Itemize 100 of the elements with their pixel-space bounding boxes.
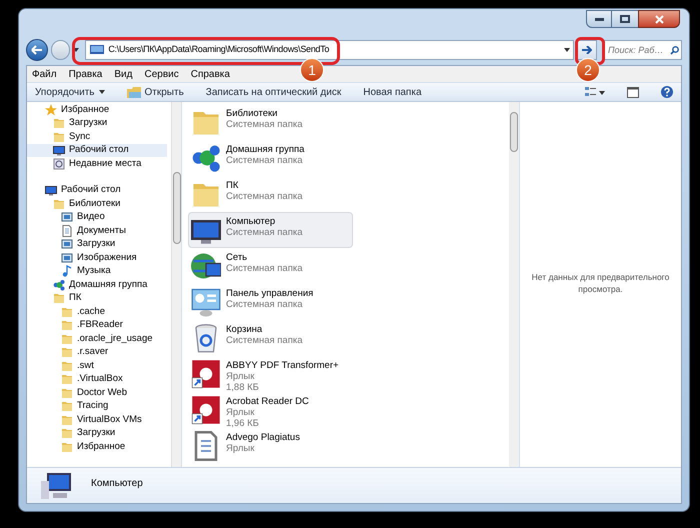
folder-icon	[61, 332, 73, 345]
tree-item[interactable]: Doctor Web	[27, 386, 167, 400]
folder-icon	[61, 373, 73, 386]
tree-item[interactable]: Видео	[27, 210, 167, 224]
tree-item[interactable]: Недавние места	[27, 157, 167, 170]
tree-item[interactable]: Избранное	[27, 440, 167, 454]
preview-message: Нет данных для предварительного просмотра.	[530, 271, 670, 295]
folder-icon	[53, 198, 65, 210]
folder-icon	[126, 86, 141, 98]
tree-item[interactable]: ПК	[27, 292, 167, 305]
item-type: Системная папка	[226, 119, 303, 130]
toolbar-button[interactable]: Записать на оптический диск	[206, 84, 342, 100]
item-type: Ярлык	[226, 407, 256, 418]
folder-icon	[53, 130, 65, 143]
file-item[interactable]: Библиотеки Системная папка	[188, 104, 353, 140]
item-name: Acrobat Reader DC	[226, 396, 309, 407]
item-size: 1,96 КБ	[226, 418, 260, 429]
item-name: Корзина	[226, 324, 264, 335]
folder-icon	[61, 414, 73, 426]
item-name: ABBYY PDF Transformer+	[226, 360, 339, 371]
back-button[interactable]	[26, 39, 48, 61]
close-button[interactable]	[638, 10, 680, 28]
people-spheres-icon	[191, 143, 221, 173]
view-options-icon[interactable]	[585, 86, 605, 98]
caret-icon	[98, 90, 105, 94]
folder-icon	[61, 360, 73, 372]
menu-item[interactable]: Правка	[68, 66, 102, 82]
library-icon	[61, 252, 73, 264]
control-panel-icon	[191, 287, 221, 317]
address-field[interactable]: C:\Users\ПК\AppData\Roaming\Microsoft\Windows\SendTo	[85, 40, 574, 60]
file-item[interactable]: Домашняя группа Системная папка	[188, 140, 353, 176]
document-icon	[61, 224, 73, 237]
folder-icon	[61, 440, 73, 453]
tree-item[interactable]: Загрузки	[27, 238, 167, 251]
music-note-icon	[61, 265, 73, 278]
item-name: Advego Plagiatus	[226, 432, 300, 443]
tree-item[interactable]: Загрузки	[27, 116, 167, 130]
tree-item[interactable]: .FBReader	[27, 318, 167, 332]
item-name: Библиотеки	[226, 108, 278, 119]
tree-item[interactable]: Tracing	[27, 400, 167, 413]
shortcut-icon	[191, 359, 221, 389]
tree-item[interactable]: Домашняя группа	[27, 278, 167, 292]
tree-item[interactable]: Рабочий стол	[27, 144, 167, 157]
folder-icon	[61, 386, 73, 399]
tree-item[interactable]: Изображения	[27, 251, 167, 264]
tree-item[interactable]: Документы	[27, 224, 167, 238]
item-type: Системная папка	[226, 263, 303, 274]
item-type: Ярлык	[226, 443, 256, 454]
file-item[interactable]: ПК Системная папка	[188, 176, 353, 212]
tree-item[interactable]: VirtualBox VMs	[27, 413, 167, 426]
minimize-icon	[594, 18, 604, 20]
folder-icon	[61, 427, 73, 440]
menu-item[interactable]: Сервис	[144, 66, 179, 82]
computer-icon	[41, 473, 71, 499]
menu-item[interactable]: Справка	[190, 66, 230, 82]
toolbar-button[interactable]: Открыть	[126, 84, 184, 100]
item-name: Панель управления	[226, 288, 314, 299]
file-item[interactable]: Acrobat Reader DC Ярлык 1,96 КБ	[188, 392, 353, 428]
file-item[interactable]: Advego Plagiatus Ярлык	[188, 428, 353, 464]
tree-item[interactable]: .swt	[27, 359, 167, 372]
file-item[interactable]: Корзина Системная папка	[188, 320, 353, 356]
tree-item[interactable]: .r.saver	[27, 346, 167, 359]
search-icon	[670, 46, 679, 55]
computer-icon	[90, 45, 104, 55]
item-name: Сеть	[226, 252, 248, 263]
tree-item[interactable]: Библиотеки	[27, 197, 167, 210]
menu-item[interactable]: Файл	[32, 66, 57, 82]
item-type: Системная папка	[226, 335, 303, 346]
toolbar-button[interactable]: Упорядочить	[35, 84, 105, 100]
item-type: Системная папка	[226, 155, 304, 166]
tree-item[interactable]: .cache	[27, 305, 167, 318]
maximize-button[interactable]	[612, 10, 638, 28]
tree-item[interactable]: Музыка	[27, 264, 167, 278]
preview-pane-icon[interactable]	[627, 86, 639, 98]
folder-icon	[53, 292, 65, 304]
monitor-icon	[53, 144, 65, 156]
folder-icon	[61, 306, 73, 318]
tree-item[interactable]: Рабочий стол	[27, 184, 167, 197]
file-item[interactable]: Компьютер Системная папка	[188, 212, 353, 248]
minimize-button[interactable]	[586, 10, 612, 28]
file-item[interactable]: ABBYY PDF Transformer+ Ярлык 1,88 КБ	[188, 356, 353, 392]
go-button[interactable]	[577, 40, 597, 60]
file-item[interactable]: Сеть Системная папка	[188, 248, 353, 284]
folder-icon	[61, 346, 73, 358]
menu-item[interactable]: Вид	[114, 66, 132, 82]
tree-item[interactable]: .oracle_jre_usage	[27, 332, 167, 346]
help-icon[interactable]	[661, 86, 673, 98]
tree-item[interactable]: .VirtualBox	[27, 372, 167, 386]
folder-icon	[61, 400, 73, 412]
item-name: Компьютер	[226, 216, 276, 227]
tree-item[interactable]: Sync	[27, 130, 167, 144]
item-name: ПК	[226, 180, 240, 191]
file-item[interactable]: Панель управления Системная папка	[188, 284, 353, 320]
search-field[interactable]: Поиск: Раб…	[604, 40, 682, 60]
toolbar-button[interactable]: Новая папка	[363, 84, 422, 100]
tree-item[interactable]: Избранное	[27, 103, 167, 116]
tree-item[interactable]: Загрузки	[27, 426, 167, 440]
item-type: Системная папка	[226, 299, 304, 310]
library-icon	[61, 211, 73, 224]
item-type: Ярлык	[226, 371, 256, 382]
